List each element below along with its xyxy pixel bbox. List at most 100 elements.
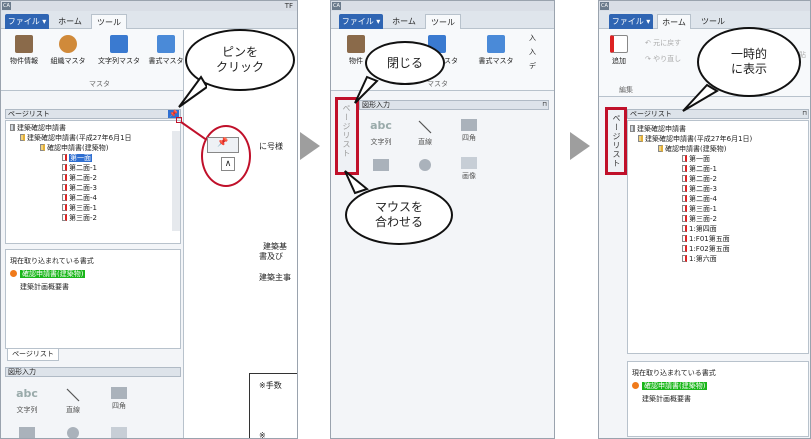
tree-node[interactable]: 第一面 — [62, 154, 92, 163]
vertical-tab-label: ページリスト — [342, 104, 351, 158]
undo-button[interactable]: ↶ 元に戻す — [645, 39, 681, 48]
tree-node[interactable]: 第二面-1 — [682, 165, 717, 174]
page-list-title: ページリスト — [8, 110, 50, 118]
loaded-item[interactable]: 確認申請書(建築物) — [10, 269, 86, 279]
tree-node[interactable]: 第二面-4 — [682, 195, 717, 204]
tree-node[interactable]: 建築確認申請書 — [10, 124, 66, 133]
tree-node[interactable]: 確認申請書(建築物) — [658, 145, 726, 154]
tree-node[interactable]: 第三面-1 — [62, 204, 97, 213]
side-item[interactable]: デ — [529, 62, 536, 71]
tab-tool[interactable]: ツール — [91, 14, 127, 29]
side-item[interactable]: 入 — [529, 34, 536, 43]
document-text: ※手数 — [259, 381, 282, 390]
rect-icon — [19, 427, 35, 438]
loaded-item[interactable]: 確認申請書(建築物) — [632, 381, 708, 391]
pin-icon[interactable]: ⊓ — [542, 101, 547, 109]
vertical-page-list-tab[interactable]: ページリスト — [335, 97, 359, 175]
rect-shape-button[interactable]: 四角 — [455, 119, 483, 143]
tree-node[interactable]: 第三面-1 — [682, 205, 717, 214]
page-tree: 建築確認申請書 建築確認申請書(平成27年6月1日) 確認申請書(建築物) 第一… — [627, 120, 809, 354]
document-text: ※ — [259, 431, 266, 439]
page-list-header: ページリスト 📌 — [5, 109, 181, 119]
pin-icon-zoomed: 📌 — [207, 137, 239, 153]
redo-button[interactable]: ↷ やり直し — [645, 55, 681, 64]
tree-node[interactable]: 第二面-2 — [62, 174, 97, 183]
rectangle-icon — [461, 119, 477, 131]
bubble-tail — [344, 170, 370, 195]
table-icon — [157, 35, 175, 53]
tree-node[interactable]: 第二面-2 — [682, 175, 717, 184]
rect-shape-button[interactable]: 四角 — [105, 387, 133, 411]
zoom-callout: 📌 ∧ — [201, 125, 251, 187]
tab-home[interactable]: ホーム — [53, 14, 87, 29]
pin-icon[interactable]: ⊓ — [802, 110, 807, 118]
step-arrow — [300, 132, 320, 160]
app-logo-icon: CA — [332, 2, 341, 10]
side-item[interactable]: 入 — [529, 48, 536, 57]
window-title: TF — [284, 2, 293, 10]
ribbon-group-label: マスタ — [89, 80, 110, 88]
tab-home[interactable]: ホーム — [387, 14, 421, 29]
add-page-icon — [610, 35, 628, 53]
circle-icon — [67, 427, 79, 438]
property-info-button[interactable]: 物件情報 — [5, 35, 43, 66]
loaded-formats-header: 現在取り込まれている書式 — [10, 257, 94, 265]
tree-node[interactable]: 第三面-2 — [62, 214, 97, 223]
tab-tool[interactable]: ツール — [425, 14, 461, 29]
line-shape-button[interactable]: 直線 — [411, 119, 439, 147]
tree-node[interactable]: 1:F01第五面 — [682, 235, 730, 244]
line-icon — [411, 119, 439, 135]
tree-node[interactable]: 第二面-1 — [62, 164, 97, 173]
text-shape-button[interactable]: abc 文字列 — [13, 387, 41, 415]
button-label: 組織マスタ — [50, 57, 86, 65]
tree-node[interactable]: 第二面-3 — [682, 185, 717, 194]
table-icon — [487, 35, 505, 53]
tree-node[interactable]: 建築確認申請書(平成27年6月1日 — [20, 134, 132, 143]
circle-icon — [419, 159, 431, 171]
image-icon — [461, 157, 477, 169]
bubble-tail — [178, 75, 207, 108]
ribbon-group-label: マスタ — [427, 80, 448, 88]
tree-node[interactable]: 1:F02第五面 — [682, 245, 730, 254]
tree-node[interactable]: 確認申請書(建築物) — [40, 144, 108, 153]
page-list-tab[interactable]: ページリスト — [7, 349, 59, 361]
format-master-button[interactable]: 書式マスタ — [147, 35, 185, 66]
organization-master-button[interactable]: 組織マスタ — [49, 35, 87, 66]
add-button[interactable]: 追加 — [607, 35, 631, 66]
tree-node[interactable]: 第三面-2 — [682, 215, 717, 224]
tab-file[interactable]: ファイル ▾ — [339, 14, 383, 29]
window-titlebar: CA — [331, 1, 554, 11]
current-dot-icon — [10, 270, 17, 277]
vertical-page-list-tab[interactable]: ページリスト — [605, 107, 627, 175]
tree-scrollbar[interactable] — [172, 131, 180, 231]
string-master-button[interactable]: 文字列マスタ — [97, 35, 141, 66]
tree-node[interactable]: 建築確認申請書(平成27年6月1日) — [638, 135, 752, 144]
loaded-item[interactable]: 建築計画概要書 — [20, 282, 69, 292]
tree-node[interactable]: 1:第六面 — [682, 255, 717, 264]
ribbon-tabs: ファイル ▾ ホーム ツール — [1, 11, 297, 29]
tab-file[interactable]: ファイル ▾ — [609, 14, 653, 29]
tab-tool[interactable]: ツール — [695, 14, 731, 29]
house-icon — [15, 35, 33, 53]
loaded-item[interactable]: 建築計画概要書 — [642, 394, 691, 404]
app-logo-icon: CA — [2, 2, 11, 10]
image-shape-button[interactable]: 画像 — [455, 157, 483, 181]
tree-node[interactable]: 第二面-4 — [62, 194, 97, 203]
panel-pin-click: CA TF ファイル ▾ ホーム ツール 物件情報 組織マスタ 文字列マスタ 書… — [0, 0, 298, 439]
line-shape-button[interactable]: 直線 — [59, 387, 87, 415]
tree-node[interactable]: 建築確認申請書 — [630, 125, 686, 134]
format-master-button[interactable]: 書式マスタ — [477, 35, 515, 66]
tree-node[interactable]: 1:第四面 — [682, 225, 717, 234]
scroll-up-icon: ∧ — [221, 157, 235, 171]
text-shape-button[interactable]: abc 文字列 — [367, 119, 395, 147]
people-icon — [59, 35, 77, 53]
bubble-tail — [682, 83, 719, 112]
tree-node[interactable]: 第一面 — [682, 155, 710, 164]
tree-node[interactable]: 第二面-3 — [62, 184, 97, 193]
tab-file[interactable]: ファイル ▾ — [5, 14, 49, 29]
house-icon — [347, 35, 365, 53]
ribbon-tabs: ファイル ▾ ホーム ツール — [331, 11, 554, 29]
tab-home[interactable]: ホーム — [657, 14, 691, 29]
panel-close: CA ファイル ▾ ホーム ツール 物件 文字列マスタ 書式マスタ 入 入 デ … — [330, 0, 555, 439]
page-tree: 建築確認申請書 建築確認申請書(平成27年6月1日 確認申請書(建築物) 第一面… — [5, 120, 181, 244]
